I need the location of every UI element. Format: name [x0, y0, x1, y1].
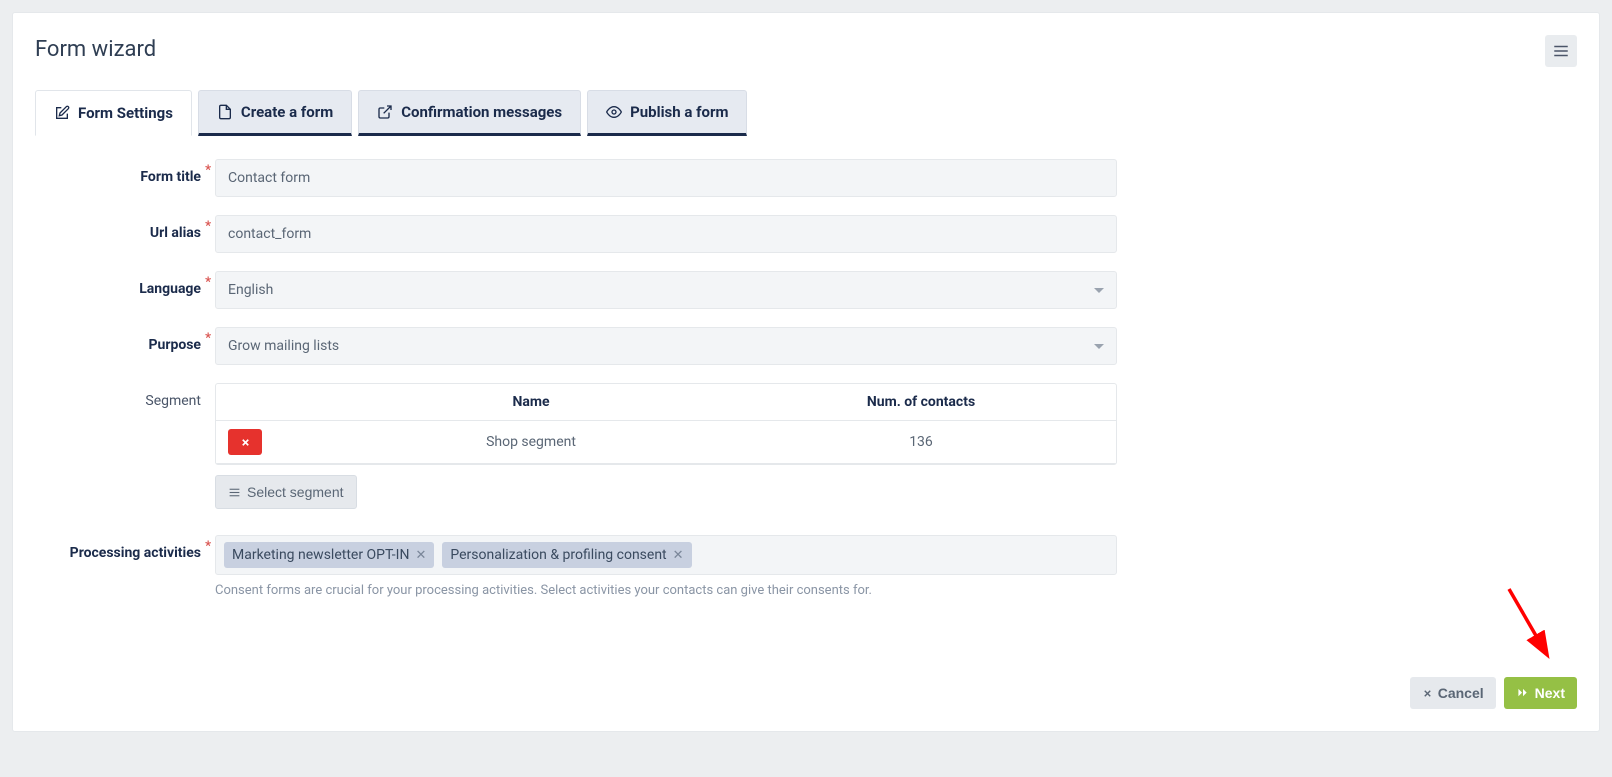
col-contacts: Num. of contacts [726, 384, 1116, 421]
required-indicator: * [205, 275, 211, 290]
row-form-title: Form title* [35, 159, 1117, 197]
purpose-selected-value: Grow mailing lists [228, 338, 339, 354]
row-url-alias: Url alias* [35, 215, 1117, 253]
segment-contacts: 136 [726, 421, 1116, 464]
processing-activities-input[interactable]: Marketing newsletter OPT-IN ✕ Personaliz… [215, 535, 1117, 575]
list-icon [228, 486, 241, 499]
wizard-tabs: Form Settings Create a form Confirmation… [35, 90, 1577, 137]
label-url-alias: Url alias* [35, 215, 215, 241]
edit-icon [54, 105, 70, 121]
label-language: Language* [35, 271, 215, 297]
required-indicator: * [205, 539, 211, 554]
form-wizard-panel: Form wizard Form Settings Create a form … [12, 12, 1600, 732]
remove-tag-button[interactable]: ✕ [415, 548, 426, 563]
form-settings-area: Form title* Url alias* Language* English [35, 159, 1117, 598]
row-processing-activities: Processing activities* Marketing newslet… [35, 535, 1117, 598]
menu-button[interactable] [1545, 35, 1577, 67]
tab-confirmation-messages[interactable]: Confirmation messages [358, 90, 581, 136]
close-icon [1422, 688, 1433, 699]
close-icon [240, 437, 251, 448]
row-language: Language* English [35, 271, 1117, 309]
col-name: Name [336, 384, 726, 421]
form-title-input[interactable] [215, 159, 1117, 197]
required-indicator: * [205, 331, 211, 346]
remove-tag-button[interactable]: ✕ [673, 548, 684, 563]
label-processing: Processing activities* [35, 535, 215, 561]
external-icon [377, 104, 393, 120]
tag-marketing-newsletter: Marketing newsletter OPT-IN ✕ [224, 542, 434, 568]
label-segment: Segment [35, 383, 215, 409]
chevron-down-icon [1094, 288, 1104, 293]
segment-name: Shop segment [336, 421, 726, 464]
row-segment: Segment Name Num. of contacts [35, 383, 1117, 509]
label-purpose: Purpose* [35, 327, 215, 353]
footer-actions: Cancel Next [1410, 677, 1577, 709]
tab-form-settings[interactable]: Form Settings [35, 90, 192, 136]
annotation-arrow [1501, 581, 1561, 671]
tab-label: Publish a form [630, 103, 728, 121]
page-title: Form wizard [35, 37, 1577, 62]
tab-publish-form[interactable]: Publish a form [587, 90, 747, 136]
tab-create-form[interactable]: Create a form [198, 90, 352, 136]
tag-label: Marketing newsletter OPT-IN [232, 547, 409, 563]
segment-table: Name Num. of contacts Shop segment 136 [215, 383, 1117, 465]
next-button[interactable]: Next [1504, 677, 1577, 709]
tab-label: Form Settings [78, 104, 173, 122]
url-alias-input[interactable] [215, 215, 1117, 253]
language-selected-value: English [228, 282, 273, 298]
menu-icon [1552, 42, 1570, 60]
chevron-down-icon [1094, 344, 1104, 349]
table-row: Shop segment 136 [216, 421, 1116, 464]
language-select[interactable]: English [215, 271, 1117, 309]
processing-help-text: Consent forms are crucial for your proce… [215, 583, 1117, 598]
required-indicator: * [205, 163, 211, 178]
purpose-select[interactable]: Grow mailing lists [215, 327, 1117, 365]
tab-label: Create a form [241, 103, 333, 121]
row-purpose: Purpose* Grow mailing lists [35, 327, 1117, 365]
label-form-title: Form title* [35, 159, 215, 185]
eye-icon [606, 104, 622, 120]
delete-segment-button[interactable] [228, 429, 262, 455]
document-icon [217, 104, 233, 120]
select-segment-button[interactable]: Select segment [215, 475, 357, 509]
segment-table-header: Name Num. of contacts [216, 384, 1116, 421]
required-indicator: * [205, 219, 211, 234]
tag-label: Personalization & profiling consent [450, 547, 666, 563]
cancel-button[interactable]: Cancel [1410, 677, 1496, 709]
tag-personalization-profiling: Personalization & profiling consent ✕ [442, 542, 691, 568]
forward-icon [1516, 688, 1530, 699]
tab-label: Confirmation messages [401, 103, 562, 121]
